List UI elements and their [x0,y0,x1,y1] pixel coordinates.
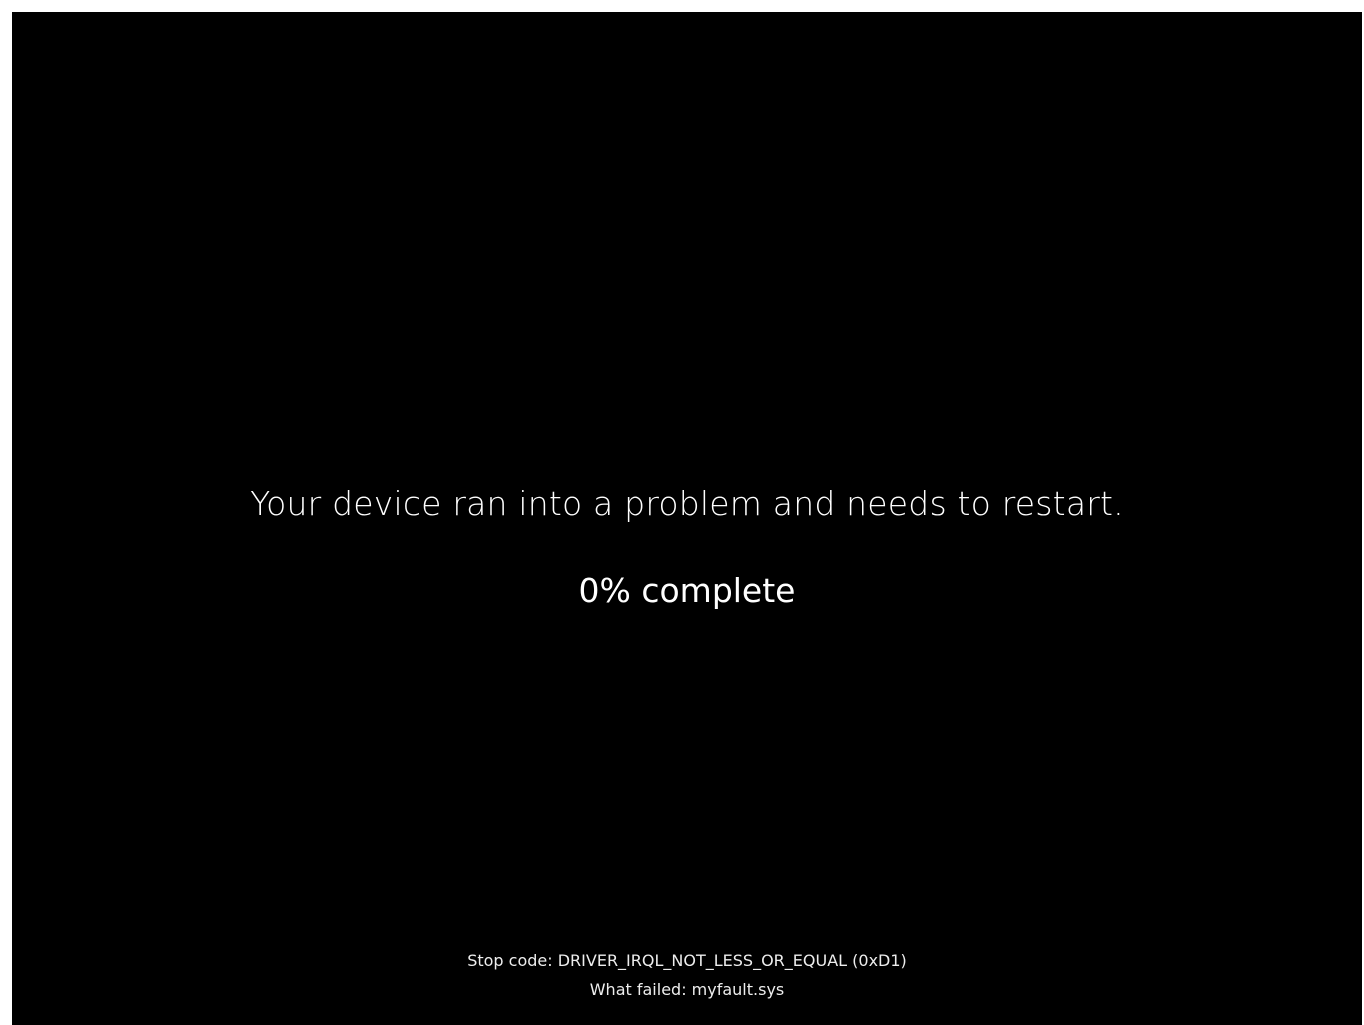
error-details: Stop code: DRIVER_IRQL_NOT_LESS_OR_EQUAL… [12,946,1362,1004]
what-failed: What failed: myfault.sys [589,980,785,999]
stop-code: Stop code: DRIVER_IRQL_NOT_LESS_OR_EQUAL… [467,951,907,970]
crash-screen: Your device ran into a problem and needs… [12,12,1362,1025]
error-message: Your device ran into a problem and needs… [250,484,1124,523]
progress-text: 0% complete [578,571,796,610]
